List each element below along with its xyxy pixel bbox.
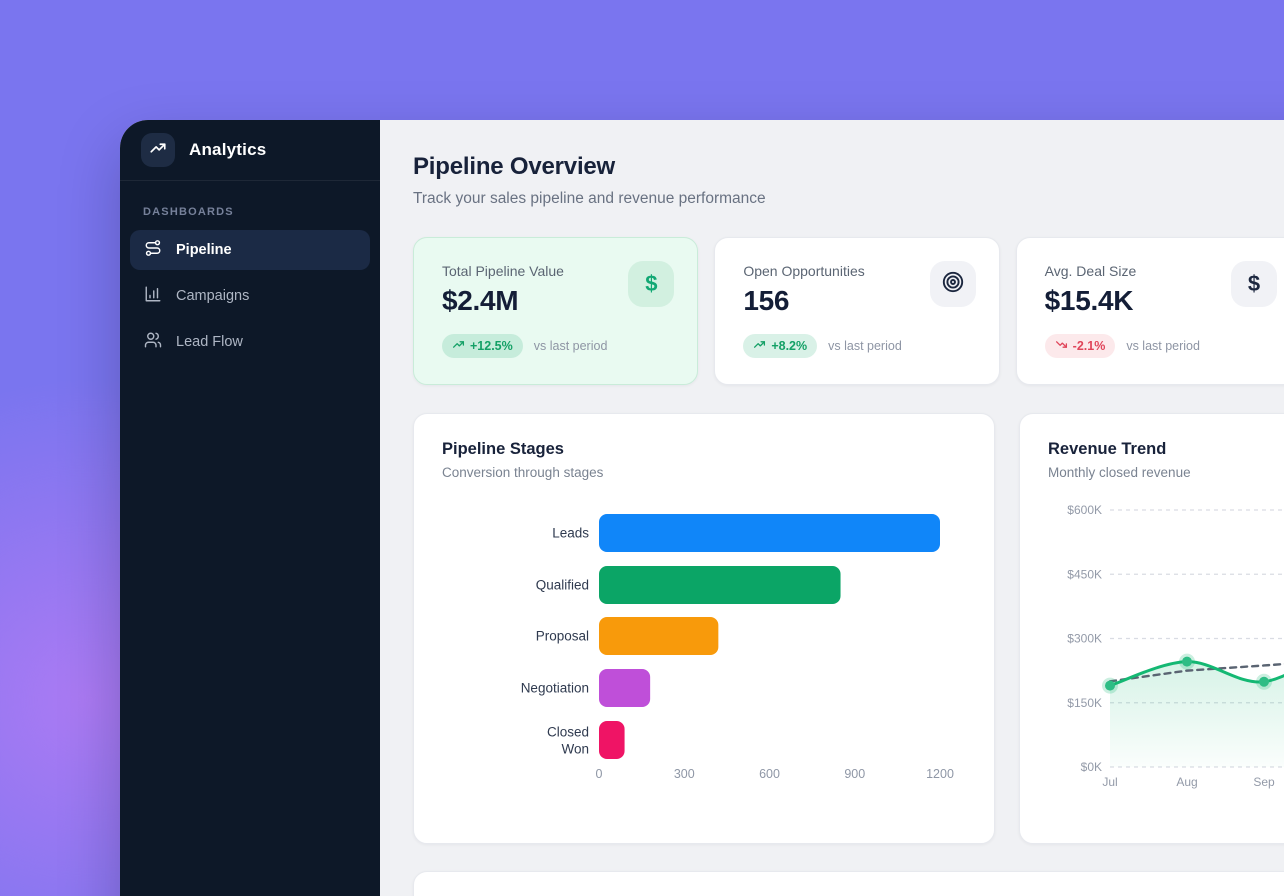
stat-icon-chip [930, 261, 976, 307]
chart-subtitle: Monthly closed revenue [1048, 465, 1284, 480]
chart-subtitle: Conversion through stages [442, 465, 966, 480]
page-subtitle: Track your sales pipeline and revenue pe… [413, 190, 1284, 208]
svg-text:1200: 1200 [926, 767, 954, 781]
svg-text:Proposal: Proposal [536, 629, 589, 644]
main-content: Pipeline Overview Track your sales pipel… [380, 120, 1284, 896]
svg-text:600: 600 [759, 767, 780, 781]
page-title: Pipeline Overview [413, 153, 1284, 181]
svg-text:0: 0 [596, 767, 603, 781]
sidebar-item-label: Pipeline [176, 242, 232, 258]
revenue-trend-card: Revenue Trend Monthly closed revenue $60… [1019, 413, 1284, 844]
svg-text:$0K: $0K [1081, 760, 1102, 774]
pipeline-stages-card: Pipeline Stages Conversion through stage… [413, 413, 995, 844]
svg-text:$150K: $150K [1067, 696, 1102, 710]
trending-up-icon [452, 338, 465, 354]
brand: Analytics [120, 120, 380, 181]
stat-card-total-pipeline-value: Total Pipeline Value $2.4M +12.5% vs las… [413, 237, 698, 385]
svg-text:Aug: Aug [1176, 775, 1197, 789]
svg-text:ClosedWon: ClosedWon [547, 725, 589, 757]
partial-bottom-card [413, 871, 1284, 896]
revenue-trend-chart: $600K $450K $300K $150K $0KJul Aug Sep [1048, 494, 1284, 794]
chart-title: Pipeline Stages [442, 440, 966, 459]
route-icon [144, 239, 162, 261]
users-icon [144, 331, 162, 353]
stat-card-avg-deal-size: Avg. Deal Size $15.4K -2.1% vs last peri… [1016, 237, 1284, 385]
sidebar-item-pipeline[interactable]: Pipeline [130, 230, 370, 270]
change-badge: -2.1% [1045, 334, 1116, 358]
dollar-icon: $ [645, 271, 657, 297]
bar-chart-icon [144, 285, 162, 307]
sidebar-item-label: Lead Flow [176, 334, 243, 350]
change-badge: +12.5% [442, 334, 523, 358]
pipeline-stages-chart: Leads Qualified Proposal Negotiation ClosedW… [442, 506, 976, 790]
sidebar-item-campaigns[interactable]: Campaigns [130, 276, 370, 316]
sidebar-item-label: Campaigns [176, 288, 249, 304]
svg-text:$600K: $600K [1067, 503, 1102, 517]
svg-text:Negotiation: Negotiation [521, 681, 589, 696]
sidebar: Analytics DASHBOARDS Pipeline Campaigns [120, 120, 380, 896]
trending-up-icon [753, 338, 766, 354]
svg-text:Sep: Sep [1253, 775, 1275, 789]
dollar-icon: $ [1248, 271, 1260, 297]
charts-row: Pipeline Stages Conversion through stage… [413, 413, 1284, 844]
svg-text:900: 900 [844, 767, 865, 781]
change-badge: +8.2% [743, 334, 817, 358]
svg-text:$300K: $300K [1067, 632, 1102, 646]
nav-section-label: DASHBOARDS [143, 206, 370, 218]
svg-text:$450K: $450K [1067, 567, 1102, 581]
trending-up-icon [149, 139, 167, 162]
stat-icon-chip: $ [628, 261, 674, 307]
svg-text:300: 300 [674, 767, 695, 781]
trending-down-icon [1055, 338, 1068, 354]
stats-row: Total Pipeline Value $2.4M +12.5% vs las… [413, 237, 1284, 385]
target-icon [941, 270, 965, 299]
stat-card-open-opportunities: Open Opportunities 156 +8.2% vs last per… [714, 237, 999, 385]
sidebar-item-lead-flow[interactable]: Lead Flow [130, 322, 370, 362]
brand-chip [141, 133, 175, 167]
chart-title: Revenue Trend [1048, 440, 1284, 459]
compare-text: vs last period [534, 339, 608, 353]
sidebar-nav: DASHBOARDS Pipeline Campaigns [120, 181, 380, 368]
svg-text:Jul: Jul [1102, 775, 1117, 789]
compare-text: vs last period [828, 339, 902, 353]
brand-name: Analytics [189, 140, 266, 160]
svg-text:Qualified: Qualified [536, 578, 589, 593]
svg-text:Leads: Leads [552, 526, 589, 541]
app-window: Analytics DASHBOARDS Pipeline Campaigns [120, 120, 1284, 896]
compare-text: vs last period [1126, 339, 1200, 353]
stat-icon-chip: $ [1231, 261, 1277, 307]
